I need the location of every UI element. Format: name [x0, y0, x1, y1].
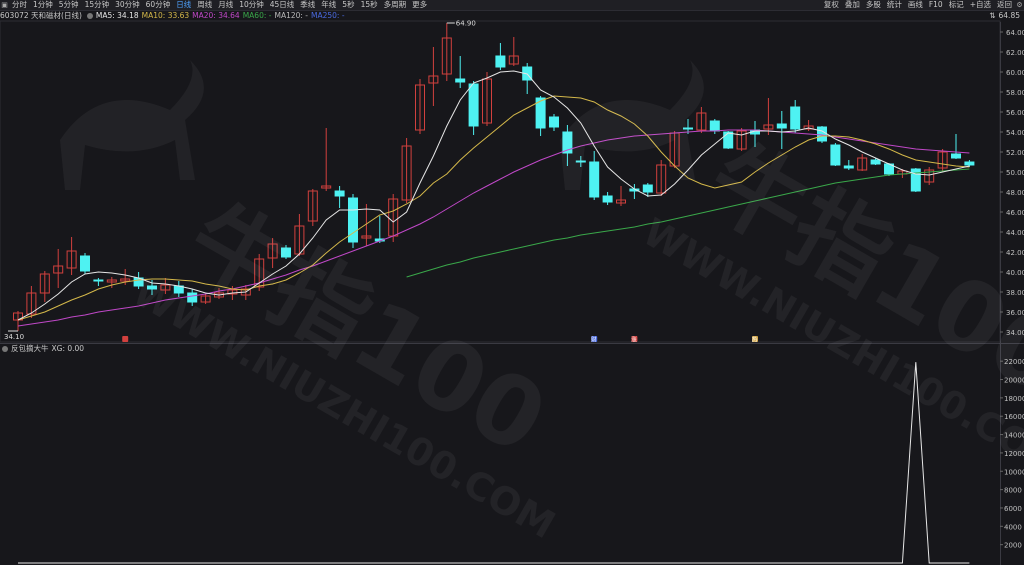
ind-tick-label-4: 10000	[1004, 468, 1024, 476]
candle-body-5	[80, 255, 90, 272]
high-label: 64.90	[456, 20, 476, 28]
price-tick-label-3: 40.00	[1006, 269, 1024, 277]
price-tick-label-4: 42.00	[1006, 249, 1024, 257]
candle-body-57	[776, 123, 787, 129]
price-tick-label-10: 54.00	[1006, 129, 1024, 137]
price-tick-label-2: 38.00	[1006, 289, 1024, 297]
event-marker-label-1: 财	[591, 336, 597, 344]
xg-signal-line	[18, 362, 970, 564]
ind-tick-label-10: 22000	[1004, 358, 1024, 366]
candle-body-33	[455, 78, 466, 83]
candle-body-64	[870, 159, 881, 165]
candle-body-58	[790, 106, 801, 130]
candle-body-24	[334, 190, 345, 197]
price-tick-label-8: 50.00	[1006, 169, 1024, 177]
candle-body-40	[549, 116, 559, 128]
candle-body-70	[951, 153, 961, 159]
price-tick-label-15: 64.00	[1006, 29, 1024, 37]
price-tick-label-5: 44.00	[1006, 229, 1024, 237]
low-label: 34.10	[4, 333, 24, 341]
candle-body-50	[683, 127, 693, 130]
ind-tick-label-2: 6000	[1004, 505, 1022, 513]
ma20-line	[17, 129, 970, 327]
candle-body-61	[830, 144, 841, 166]
event-marker-label-3: 热	[752, 336, 758, 344]
ma60-line	[406, 168, 970, 278]
candle-body-42	[575, 160, 586, 163]
price-tick-label-14: 62.00	[1006, 49, 1024, 57]
candle-body-53	[723, 131, 734, 149]
candle-body-52	[709, 120, 720, 132]
candle-body-36	[495, 55, 506, 68]
event-marker-label-2: 涨	[631, 336, 637, 344]
price-tick-label-0: 34.00	[1006, 329, 1024, 337]
price-tick-label-1: 36.00	[1006, 309, 1024, 317]
ind-tick-label-6: 14000	[1004, 432, 1024, 440]
candle-body-10	[147, 285, 157, 290]
ind-tick-label-0: 2000	[1004, 542, 1022, 550]
candle-body-34	[468, 83, 479, 127]
candle-body-43	[589, 161, 600, 198]
ind-tick-label-7: 16000	[1004, 413, 1024, 421]
price-tick-label-6: 46.00	[1006, 209, 1024, 217]
price-tick-label-12: 58.00	[1006, 89, 1024, 97]
candle-body-47	[642, 184, 653, 193]
candle-body-44	[602, 195, 613, 203]
candle-body-13	[187, 292, 198, 303]
candle-body-71	[964, 161, 975, 166]
price-tick-label-7: 48.00	[1006, 189, 1024, 197]
price-tick-label-13: 60.00	[1006, 69, 1024, 77]
event-marker-0	[122, 336, 129, 342]
candle-body-6	[93, 279, 104, 282]
candle-body-60	[817, 126, 827, 142]
price-tick-label-11: 56.00	[1006, 109, 1024, 117]
ind-tick-label-9: 20000	[1004, 377, 1024, 385]
ind-tick-label-5: 12000	[1004, 450, 1024, 458]
ind-tick-label-8: 18000	[1004, 395, 1024, 403]
ma5-line	[17, 70, 970, 321]
kline-chart[interactable]: 34.00 36.00 38.00 40.00 42.00 44.00 46.00 48.00…	[0, 0, 1024, 565]
candle-body-20	[281, 247, 291, 258]
ind-tick-label-1: 4000	[1004, 523, 1022, 531]
candle-body-62	[843, 165, 854, 169]
ind-tick-label-3: 8000	[1004, 487, 1022, 495]
price-tick-label-9: 52.00	[1006, 149, 1024, 157]
